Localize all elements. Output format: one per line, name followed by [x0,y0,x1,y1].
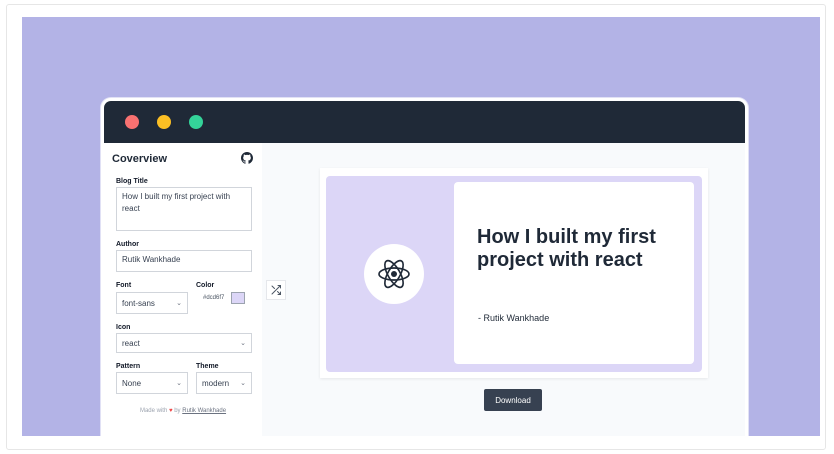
cover-image: How I built my first project with react … [326,176,702,372]
cover-author: - Rutik Wankhade [478,313,550,323]
by-text: by [174,408,181,414]
window-close-dot [125,115,139,129]
chevron-down-icon: ⌄ [176,300,182,307]
window-titlebar [104,101,745,143]
cover-preview-frame: How I built my first project with react … [320,168,708,378]
pattern-select-value: None [122,378,142,388]
shuffle-button[interactable] [266,280,286,300]
icon-select-value: react [122,338,140,348]
chevron-down-icon: ⌄ [240,380,246,387]
window-minimize-dot [157,115,171,129]
editor-sidebar: Coverview Blog Title How I built my firs… [104,143,262,436]
app-title: Coverview [112,153,168,165]
download-button[interactable]: Download [484,389,542,411]
theme-select[interactable]: modern ⌄ [196,372,252,394]
color-swatch[interactable] [231,292,245,304]
cover-icon-circle [364,244,424,304]
chevron-down-icon: ⌄ [176,380,182,387]
pattern-select[interactable]: None ⌄ [116,372,188,394]
theme-select-value: modern [202,378,230,388]
hero-background: Coverview Blog Title How I built my firs… [22,17,820,436]
chevron-down-icon: ⌄ [240,340,246,347]
font-select[interactable]: font-sans ⌄ [116,292,188,314]
pattern-label: Pattern [116,363,141,370]
icon-label: Icon [116,324,131,331]
made-with-note: Made with ♥ by Rutik Wankhade [104,408,262,414]
react-icon [378,259,410,289]
preview-area: How I built my first project with react … [262,143,745,436]
window-maximize-dot [189,115,203,129]
github-icon[interactable] [241,152,253,164]
blog-title-label: Blog Title [116,178,148,185]
icon-select[interactable]: react ⌄ [116,333,252,353]
color-hex-value: #dcd6f7 [203,295,225,301]
author-link[interactable]: Rutik Wankhade [182,408,226,414]
heart-icon: ♥ [168,408,173,414]
blog-title-input[interactable]: How I built my first project with react [116,187,252,231]
shuffle-icon [271,285,281,295]
font-label: Font [116,282,132,289]
author-input[interactable]: Rutik Wankhade [116,250,252,272]
made-with-text: Made with [139,408,168,414]
author-label: Author [116,241,139,248]
app-window: Coverview Blog Title How I built my firs… [101,98,748,436]
cover-title: How I built my first project with react [477,226,656,271]
color-label: Color [196,282,215,289]
font-select-value: font-sans [122,298,155,308]
theme-label: Theme [196,363,219,370]
cover-text-card: How I built my first project with react … [454,182,694,364]
